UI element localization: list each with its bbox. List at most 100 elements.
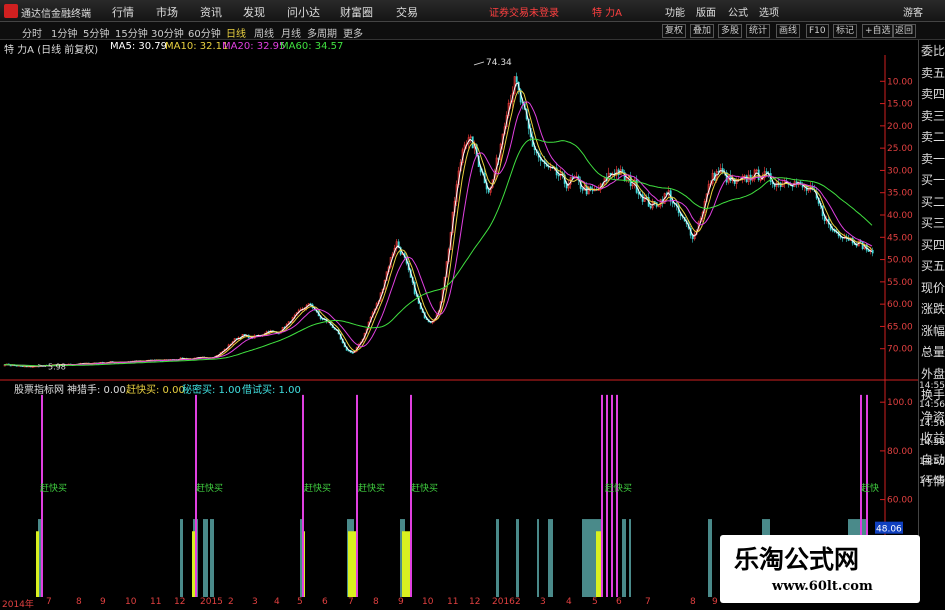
time-label: 14:56 (919, 400, 945, 410)
candle-body (871, 249, 874, 254)
quote-side-panel: 委比 卖五 卖四 卖三 卖二 卖一 买一 买二 买三 买四 买五 现价 涨跌 涨幅 总量 外盘 换手 净资 收益 自动… (918, 40, 945, 600)
price-tick-label: 35.00 (887, 189, 913, 199)
time-label: 14:56 (919, 438, 945, 448)
indicator-p3: 秘密买: 1.00 (182, 385, 241, 396)
period-daily[interactable]: 日线 (226, 25, 246, 40)
low-price-label: 5.98 (48, 363, 66, 372)
date-label: 7 (46, 597, 52, 607)
date-label: 5 (592, 597, 598, 607)
period-5min[interactable]: 5分钟 (83, 25, 109, 40)
teal-bar (537, 519, 539, 597)
candle-body (581, 188, 584, 191)
date-label: 6 (322, 597, 328, 607)
app-logo-icon (4, 4, 18, 18)
period-more[interactable]: 更多 (343, 25, 363, 40)
period-30min[interactable]: 30分钟 (151, 25, 184, 40)
kline-chart[interactable]: 74.34 5.98 70.00 65.00 60.00 55.00 50.00 45.00 4… (0, 41, 918, 597)
tool-formula[interactable]: 公式 (728, 4, 748, 19)
period-weekly[interactable]: 周线 (254, 25, 274, 40)
side-label: 卖三 (921, 108, 945, 123)
menu-news[interactable]: 资讯 (200, 4, 222, 20)
candle-body (641, 194, 644, 202)
candle-body (861, 241, 864, 250)
signal-label: 赶快买 (40, 482, 67, 494)
tool-function[interactable]: 功能 (665, 4, 685, 19)
teal-bar (180, 519, 183, 597)
tool-draw-line[interactable]: 画线 (776, 24, 801, 38)
period-15min[interactable]: 15分钟 (115, 25, 148, 40)
date-label: 2014年 (2, 600, 34, 610)
date-label: 8 (373, 597, 379, 607)
tool-options[interactable]: 选项 (759, 4, 779, 19)
time-label: 14:56 (919, 419, 945, 429)
side-label: 涨幅 (921, 323, 945, 338)
date-label: 2016 (492, 597, 515, 607)
tool-restore-rights[interactable]: 复权 (662, 24, 687, 38)
period-60min[interactable]: 60分钟 (188, 25, 221, 40)
menu-ask[interactable]: 问小达 (287, 4, 320, 20)
magenta-bar (195, 394, 197, 597)
app-title: 通达信金融终端 (21, 9, 91, 20)
menu-discover[interactable]: 发现 (243, 4, 265, 20)
date-label: 12 (469, 597, 481, 607)
date-label: 7 (645, 597, 651, 607)
tool-back[interactable]: 返回 (892, 24, 917, 38)
ma10-value: MA10: 32.11 (165, 41, 229, 52)
tool-statistics[interactable]: 统计 (746, 24, 771, 38)
price-tick-label: 45.00 (887, 233, 913, 243)
tool-f10[interactable]: F10 (806, 24, 829, 38)
date-label: 12 (174, 597, 186, 607)
watermark: 乐淘公式网 www.60lt.com (720, 535, 920, 603)
period-timeshare[interactable]: 分时 (22, 25, 42, 40)
candle-body (721, 168, 724, 173)
indicator-title: 股票指标网 (14, 385, 64, 396)
menu-wealth[interactable]: 财富圈 (340, 4, 373, 20)
side-label: 总量 (921, 345, 945, 359)
side-label: 买二 (921, 194, 945, 209)
magenta-bar (601, 394, 603, 597)
date-label: 9 (398, 597, 404, 607)
tool-layout[interactable]: 版面 (696, 4, 716, 19)
price-tick-label: 10.00 (887, 77, 913, 87)
period-1min[interactable]: 1分钟 (51, 25, 77, 40)
magenta-bar (410, 394, 412, 597)
date-label: 10 (125, 597, 137, 607)
side-label: 买三 (921, 216, 945, 230)
magenta-bar (611, 394, 613, 597)
side-label: 涨跌 (921, 302, 945, 316)
period-monthly[interactable]: 月线 (281, 25, 301, 40)
yellow-bar (348, 531, 356, 597)
tool-add-watchlist[interactable]: +自选 (862, 24, 894, 38)
yellow-bar (36, 531, 39, 597)
yellow-bar (402, 531, 410, 597)
price-tick-label: 15.00 (887, 100, 913, 110)
date-label: 4 (566, 597, 572, 607)
magenta-bar (302, 394, 304, 597)
tool-mark[interactable]: 标记 (833, 24, 858, 38)
tool-overlay[interactable]: 叠加 (690, 24, 715, 38)
tool-guest[interactable]: 游客 (903, 4, 923, 19)
current-value-label: 48.06 (876, 525, 902, 535)
period-multi[interactable]: 多周期 (307, 25, 337, 40)
signal-label: 赶快买 (411, 482, 438, 494)
teal-bar (622, 519, 626, 597)
signal-label: 赶快 (861, 482, 879, 494)
signal-label: 赶快买 (196, 482, 223, 494)
date-label: 5 (297, 597, 303, 607)
tool-multi-stock[interactable]: 多股 (718, 24, 743, 38)
candle-body (649, 206, 652, 209)
title-bar: 通达信金融终端 行情 市场 资讯 发现 问小达 财富圈 交易 证券交易未登录 特… (0, 0, 945, 22)
price-tick-label: 25.00 (887, 144, 913, 154)
menu-market[interactable]: 市场 (156, 4, 178, 20)
teal-bar (496, 519, 499, 597)
menu-trade[interactable]: 交易 (396, 4, 418, 20)
signal-label: 赶快买 (605, 482, 632, 494)
time-label: 14:56 (919, 476, 945, 486)
teal-bar (210, 519, 214, 597)
price-tick-label: 55.00 (887, 278, 913, 288)
menu-quotes[interactable]: 行情 (112, 4, 134, 20)
magenta-bar (356, 394, 358, 597)
side-label: 买一 (921, 173, 945, 187)
side-label: 外盘 (921, 366, 945, 381)
ma20-line (3, 101, 873, 367)
